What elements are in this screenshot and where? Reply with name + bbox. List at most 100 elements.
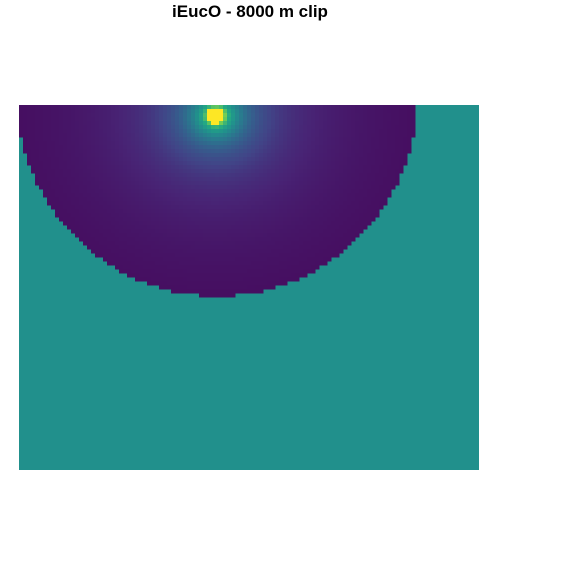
heatmap-cell <box>351 181 356 186</box>
heatmap-cell <box>271 245 276 250</box>
heatmap-cell <box>191 285 196 290</box>
heatmap-cell <box>387 113 392 118</box>
heatmap-cell <box>107 161 112 166</box>
heatmap-cell <box>247 137 252 142</box>
heatmap-cell <box>43 177 48 182</box>
heatmap-cell <box>155 137 160 142</box>
heatmap-cell <box>379 185 384 190</box>
heatmap-cell <box>379 129 384 134</box>
heatmap-cell <box>287 113 292 118</box>
heatmap-cell <box>323 185 328 190</box>
heatmap-cell <box>127 149 132 154</box>
heatmap-cell <box>119 253 124 258</box>
heatmap-cell <box>187 281 192 286</box>
heatmap-cell <box>175 249 180 254</box>
heatmap-cell <box>127 117 132 122</box>
heatmap-cell <box>199 161 204 166</box>
heatmap-cell <box>191 189 196 194</box>
heatmap-cell <box>119 269 124 274</box>
heatmap-cell <box>343 145 348 150</box>
heatmap-cell <box>359 165 364 170</box>
heatmap-cell <box>235 117 240 122</box>
heatmap-cell <box>383 153 388 158</box>
heatmap-cell <box>327 213 332 218</box>
heatmap-cell <box>43 157 48 162</box>
heatmap-cell <box>355 133 360 138</box>
heatmap-cell <box>231 253 236 258</box>
heatmap-cell <box>275 225 280 230</box>
heatmap-cell <box>91 125 96 130</box>
heatmap-cell <box>271 109 276 114</box>
heatmap-cell <box>175 277 180 282</box>
heatmap-cell <box>251 105 256 110</box>
heatmap-cell <box>275 141 280 146</box>
heatmap-cell <box>27 113 32 118</box>
heatmap-cell <box>183 281 188 286</box>
heatmap-cell <box>167 253 172 258</box>
heatmap-cell <box>227 141 232 146</box>
heatmap-cell <box>183 109 188 114</box>
heatmap-cell <box>47 189 52 194</box>
heatmap-cell <box>311 141 316 146</box>
heatmap-cell <box>403 109 408 114</box>
heatmap-cell <box>171 177 176 182</box>
heatmap-cell <box>71 113 76 118</box>
heatmap-cell <box>371 173 376 178</box>
heatmap-cell <box>59 121 64 126</box>
heatmap-cell <box>263 181 268 186</box>
heatmap-cell <box>103 233 108 238</box>
heatmap-cell <box>51 205 56 210</box>
heatmap-cell <box>347 233 352 238</box>
heatmap-cell <box>71 197 76 202</box>
heatmap-cell <box>59 105 64 110</box>
heatmap-cell <box>131 185 136 190</box>
heatmap-cell <box>363 141 368 146</box>
heatmap-cell <box>267 117 272 122</box>
heatmap-cell <box>167 241 172 246</box>
heatmap-cell <box>219 145 224 150</box>
heatmap-cell <box>343 201 348 206</box>
heatmap-cell <box>295 141 300 146</box>
heatmap-cell <box>199 261 204 266</box>
heatmap-cell <box>259 269 264 274</box>
heatmap-cell <box>195 273 200 278</box>
heatmap-cell <box>399 125 404 130</box>
heatmap-cell <box>139 157 144 162</box>
heatmap-cell <box>91 173 96 178</box>
heatmap-cell <box>39 109 44 114</box>
heatmap-cell <box>71 217 76 222</box>
heatmap-cell <box>219 149 224 154</box>
heatmap-cell <box>239 245 244 250</box>
heatmap-cell <box>175 117 180 122</box>
heatmap-cell <box>171 229 176 234</box>
heatmap-cell <box>99 141 104 146</box>
heatmap-cell <box>323 197 328 202</box>
heatmap-cell <box>183 173 188 178</box>
heatmap-cell <box>311 241 316 246</box>
heatmap-cell <box>387 141 392 146</box>
heatmap-cell <box>99 229 104 234</box>
heatmap-cell <box>243 113 248 118</box>
heatmap-cell <box>51 145 56 150</box>
heatmap-cell <box>287 205 292 210</box>
heatmap-cell <box>323 221 328 226</box>
heatmap-cell <box>203 229 208 234</box>
heatmap-cell <box>191 141 196 146</box>
heatmap-cell <box>91 245 96 250</box>
heatmap-cell <box>87 217 92 222</box>
heatmap-cell <box>335 253 340 258</box>
heatmap-cell <box>103 113 108 118</box>
heatmap-cell <box>211 201 216 206</box>
heatmap-cell <box>163 105 168 110</box>
heatmap-cell <box>299 241 304 246</box>
heatmap-cell <box>187 225 192 230</box>
heatmap-cell <box>307 157 312 162</box>
heatmap-cell <box>291 113 296 118</box>
heatmap-cell <box>167 121 172 126</box>
heatmap-cell <box>215 209 220 214</box>
heatmap-cell <box>139 273 144 278</box>
heatmap-cell <box>59 197 64 202</box>
heatmap-cell <box>391 149 396 154</box>
heatmap-cell <box>287 153 292 158</box>
heatmap-cell <box>203 157 208 162</box>
